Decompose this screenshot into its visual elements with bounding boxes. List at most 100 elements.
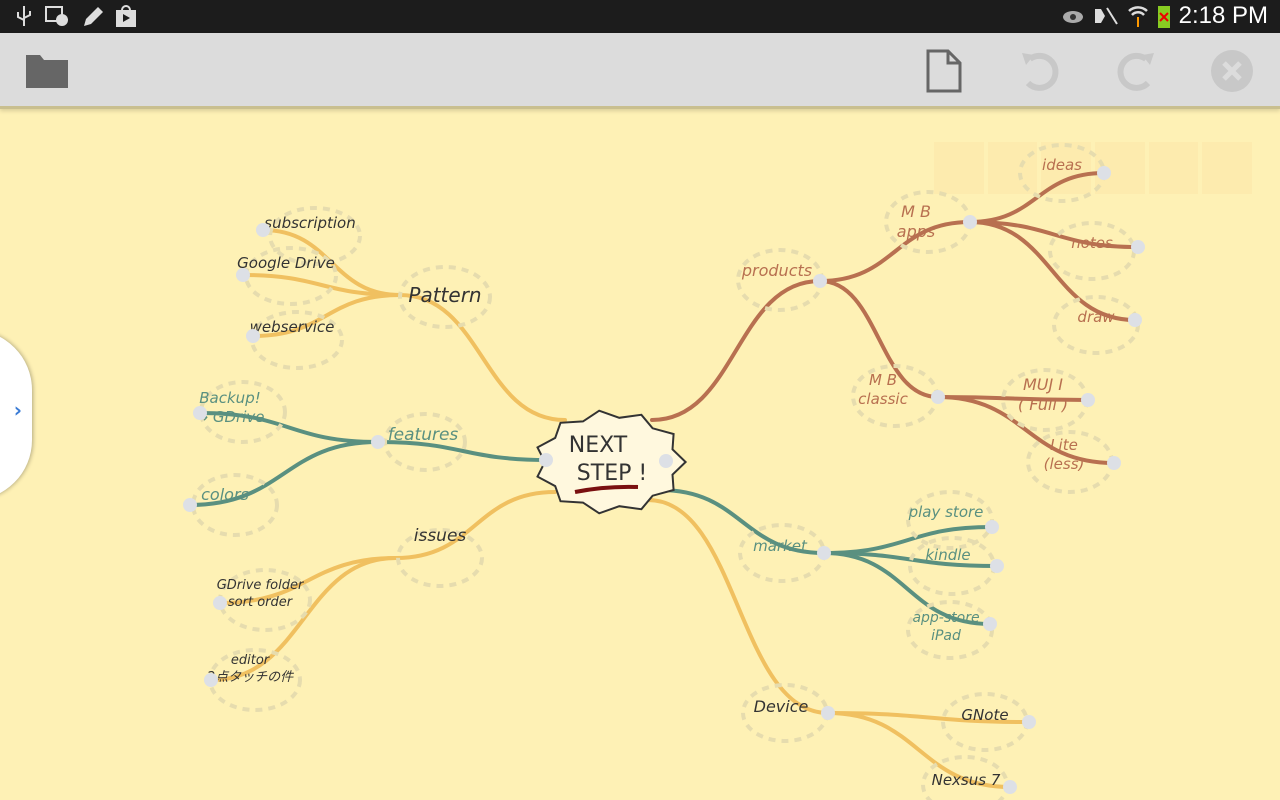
- node-bubble: [396, 528, 484, 588]
- node-handle[interactable]: [1022, 715, 1036, 729]
- node-label: Nexsus 7: [932, 771, 1001, 789]
- center-label-line2: STEP !: [577, 461, 647, 486]
- central-node[interactable]: NEXT STEP !: [536, 409, 688, 515]
- node-handle[interactable]: [183, 498, 197, 512]
- mindmap-node[interactable]: GNote: [961, 706, 1008, 724]
- node-label: market: [753, 537, 808, 555]
- node-bubble: [244, 246, 338, 306]
- eye-icon: [1062, 11, 1083, 23]
- branch-line: [394, 490, 557, 560]
- node-handle[interactable]: [1128, 313, 1142, 327]
- branch-line: [936, 395, 1116, 465]
- mindmap-node[interactable]: Google Drive: [237, 254, 335, 272]
- branch-line: [209, 556, 398, 682]
- node-handle[interactable]: [193, 406, 207, 420]
- mindmap-node[interactable]: app-store iPad: [912, 610, 979, 644]
- folder-icon: [26, 55, 68, 88]
- mindmap-node[interactable]: MUJ I( Full ): [1018, 375, 1068, 414]
- node-handle[interactable]: [659, 454, 673, 468]
- starburst-shape: [536, 409, 688, 515]
- mindmap-node[interactable]: notes: [1071, 234, 1113, 252]
- node-handle[interactable]: [236, 268, 250, 282]
- branch-line: [822, 525, 994, 555]
- node-handle[interactable]: [963, 215, 977, 229]
- new-file-button[interactable]: [920, 47, 968, 95]
- mindmap-node[interactable]: play store: [908, 503, 984, 521]
- node-handle[interactable]: [256, 223, 270, 237]
- mindmap-node[interactable]: Nexsus 7: [932, 771, 1001, 789]
- node-handle[interactable]: [931, 390, 945, 404]
- mindmap-node[interactable]: webservice: [250, 318, 335, 336]
- close-button[interactable]: [1208, 47, 1256, 95]
- node-handle[interactable]: [204, 673, 218, 687]
- node-bubble: [941, 692, 1029, 752]
- mindmap-node[interactable]: Lite(less): [1044, 436, 1085, 473]
- node-bubble: [741, 683, 829, 743]
- mindmap-node[interactable]: Device: [754, 697, 809, 716]
- node-label: products: [741, 261, 812, 280]
- mindmap-node[interactable]: products: [741, 261, 812, 280]
- node-bubble: [1026, 430, 1114, 494]
- open-folder-button[interactable]: [24, 47, 72, 95]
- redo-button[interactable]: [1112, 47, 1160, 95]
- node-handle[interactable]: [985, 520, 999, 534]
- node-handle[interactable]: [246, 329, 260, 343]
- mindmap-node[interactable]: M Bapps: [897, 202, 935, 241]
- side-drawer-handle[interactable]: ›: [0, 330, 32, 500]
- node-bubble: [268, 206, 362, 266]
- mindmap-node[interactable]: draw: [1077, 308, 1115, 326]
- mindmap-canvas[interactable]: Pattern subscription Google Drive webservic…: [0, 0, 1280, 800]
- node-handle[interactable]: [983, 617, 997, 631]
- node-handle[interactable]: [990, 559, 1004, 573]
- node-bubble: [398, 265, 492, 329]
- mindmap-node[interactable]: subscription: [264, 214, 356, 232]
- mindmap-node[interactable]: market: [753, 537, 808, 555]
- mute-icon: [1094, 7, 1118, 25]
- node-handle[interactable]: [821, 706, 835, 720]
- branch-line: [822, 551, 992, 626]
- node-handle[interactable]: [1107, 456, 1121, 470]
- node-label: webservice: [250, 318, 335, 336]
- battery-icon: [1157, 6, 1170, 28]
- mindmap-node[interactable]: issues: [414, 526, 467, 546]
- node-bubble: [1052, 295, 1140, 355]
- mindmap-node[interactable]: Backup!→ GDrive: [196, 389, 265, 426]
- play-store-icon: [116, 5, 136, 27]
- branch-line: [198, 411, 380, 444]
- branch-line: [968, 220, 1140, 249]
- node-handle[interactable]: [371, 435, 385, 449]
- node-handle[interactable]: [539, 453, 553, 467]
- node-handle[interactable]: [817, 546, 831, 560]
- mindmap-node[interactable]: editor 2点タッチの件: [207, 653, 294, 685]
- node-label: issues: [414, 526, 467, 546]
- node-label: classic: [858, 390, 908, 408]
- mindmap-node[interactable]: features: [388, 425, 459, 445]
- node-handle[interactable]: [1131, 240, 1145, 254]
- branch-line: [218, 556, 398, 605]
- minimap[interactable]: [934, 142, 1253, 194]
- branch-line: [822, 551, 999, 568]
- node-bubble: [884, 190, 972, 254]
- mindmap-node[interactable]: M Bclassic: [858, 371, 908, 408]
- branch-line: [826, 711, 1012, 789]
- branch-line: [818, 279, 940, 399]
- branch-line: [251, 293, 402, 338]
- node-handle[interactable]: [1003, 780, 1017, 794]
- node-label: notes: [1071, 234, 1113, 252]
- node-label: Device: [754, 697, 809, 716]
- node-handle[interactable]: [813, 274, 827, 288]
- mindmap-node[interactable]: kindle: [925, 546, 970, 564]
- mindmap-node[interactable]: GDrive folder sort order: [217, 578, 305, 610]
- undo-button[interactable]: [1016, 47, 1064, 95]
- node-bubble: [921, 755, 1009, 800]
- node-bubble: [851, 364, 939, 428]
- node-label: (less): [1044, 455, 1085, 473]
- node-handle[interactable]: [213, 596, 227, 610]
- mindmap-node[interactable]: colors: [201, 485, 249, 504]
- center-label-line1: NEXT: [569, 433, 628, 458]
- node-label: Lite: [1050, 436, 1078, 454]
- node-label: M B: [901, 202, 931, 221]
- underline-mark: [574, 484, 639, 494]
- mindmap-node[interactable]: Pattern: [408, 283, 481, 307]
- node-handle[interactable]: [1081, 393, 1095, 407]
